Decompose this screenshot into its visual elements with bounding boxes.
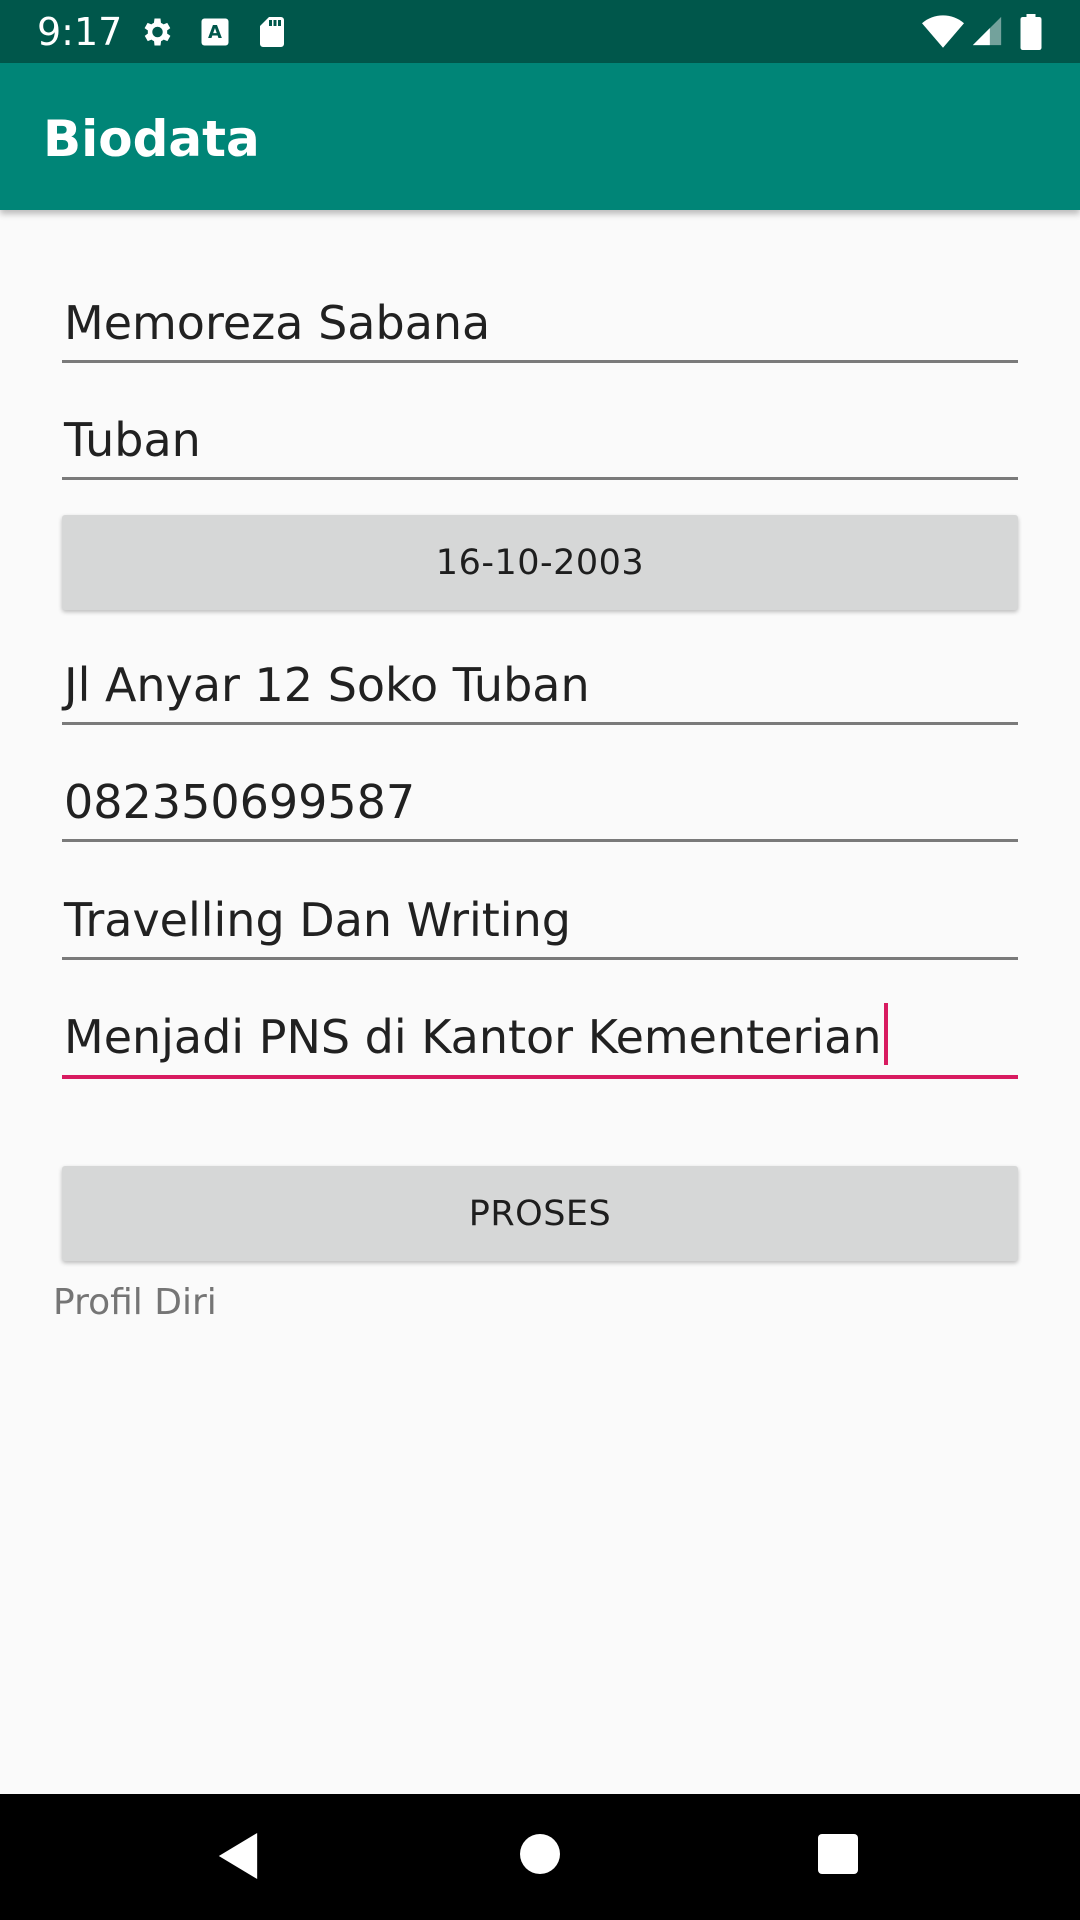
- birthplace-field[interactable]: Tuban: [62, 387, 1018, 480]
- keyboard-a-icon: A: [201, 18, 229, 46]
- goal-value: Menjadi PNS di Kantor Kementerian: [64, 1010, 882, 1064]
- goal-field[interactable]: Menjadi PNS di Kantor Kementerian: [62, 985, 1018, 1079]
- recents-icon[interactable]: [818, 1834, 858, 1874]
- sd-card-icon: [260, 17, 284, 47]
- birthdate-button[interactable]: 16-10-2003: [62, 515, 1018, 610]
- navigation-bar: [0, 1794, 1080, 1920]
- app-title: Biodata: [43, 110, 260, 168]
- hobby-value: Travelling Dan Writing: [64, 893, 571, 947]
- app-bar: Biodata: [0, 63, 1080, 210]
- status-bar: 9:17 A: [0, 0, 1080, 63]
- birthplace-value: Tuban: [64, 413, 201, 467]
- svg-text:A: A: [208, 22, 222, 43]
- status-time: 9:17: [37, 10, 123, 54]
- goal-value-wrapper: Menjadi PNS di Kantor Kementerian: [64, 1003, 888, 1065]
- battery-icon: [1020, 14, 1042, 50]
- signal-icon: [972, 16, 1002, 46]
- name-value: Memoreza Sabana: [64, 296, 491, 350]
- home-icon[interactable]: [520, 1834, 560, 1874]
- hobby-field[interactable]: Travelling Dan Writing: [62, 867, 1018, 960]
- profile-result-label: Profil Diri: [53, 1282, 217, 1323]
- text-cursor: [883, 1003, 888, 1065]
- address-value: Jl Anyar 12 Soko Tuban: [64, 658, 590, 712]
- address-field[interactable]: Jl Anyar 12 Soko Tuban: [62, 632, 1018, 725]
- name-field[interactable]: Memoreza Sabana: [62, 270, 1018, 363]
- proses-button[interactable]: PROSES: [62, 1166, 1018, 1261]
- phone-value: 082350699587: [64, 775, 416, 829]
- phone-field[interactable]: 082350699587: [62, 749, 1018, 842]
- gear-icon: [144, 18, 171, 46]
- back-icon[interactable]: [218, 1833, 258, 1879]
- wifi-icon: [922, 15, 964, 48]
